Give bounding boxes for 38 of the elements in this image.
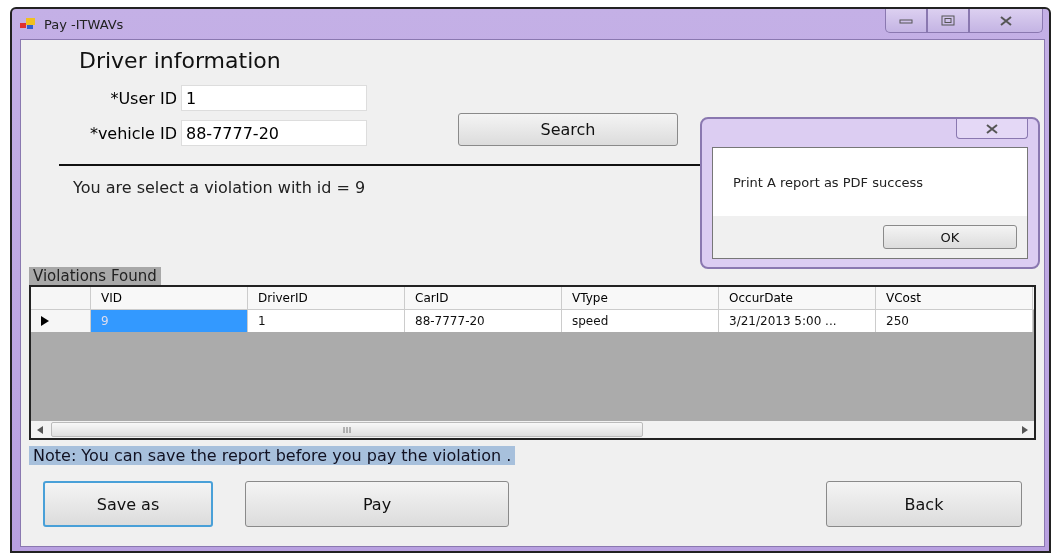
column-header[interactable]: DriverID	[248, 287, 405, 309]
grid-caption: Violations Found	[29, 267, 161, 285]
maximize-icon	[941, 14, 955, 27]
column-header[interactable]: VType	[562, 287, 719, 309]
note-text: Note: You can save the report before you pay the violation .	[29, 446, 516, 465]
input-field[interactable]: 1	[181, 85, 367, 111]
table-cell[interactable]: 88-7777-20	[405, 310, 562, 332]
input-field[interactable]: 88-7777-20	[181, 120, 367, 146]
table-cell[interactable]: 3/21/2013 5:00 ...	[719, 310, 876, 332]
minimize-icon	[899, 17, 913, 24]
field-label: *User ID	[109, 88, 177, 108]
scroll-right-icon	[1022, 425, 1028, 434]
action-button[interactable]: Back	[826, 481, 1022, 527]
section-heading: Driver information	[79, 48, 282, 73]
field-label: *vehicle ID	[88, 123, 177, 143]
column-header[interactable]: VCost	[876, 287, 1033, 309]
close-button[interactable]	[969, 9, 1043, 33]
column-header[interactable]: VID	[91, 287, 248, 309]
window-title: Pay -ITWAVs	[44, 16, 124, 32]
close-icon	[999, 15, 1013, 26]
column-header[interactable]: OccurDate	[719, 287, 876, 309]
scroll-left-icon	[37, 425, 43, 434]
minimize-button[interactable]	[885, 9, 927, 33]
action-button[interactable]: Save as	[43, 481, 213, 527]
action-button[interactable]: Pay	[245, 481, 509, 527]
column-header[interactable]: CarID	[405, 287, 562, 309]
search-button[interactable]: Search	[458, 113, 678, 146]
status-message: You are select a violation with id = 9	[73, 178, 366, 197]
ok-button[interactable]: OK	[883, 225, 1017, 249]
dialog-message: Print A report as PDF success	[733, 174, 924, 190]
window-icon	[20, 18, 36, 30]
grip-icon	[342, 426, 352, 433]
table-cell[interactable]: speed	[562, 310, 719, 332]
table-cell[interactable]: 250	[876, 310, 1033, 332]
close-button[interactable]	[956, 119, 1028, 139]
maximize-button[interactable]	[927, 9, 969, 33]
table-cell[interactable]: 1	[248, 310, 405, 332]
close-icon	[985, 123, 999, 134]
